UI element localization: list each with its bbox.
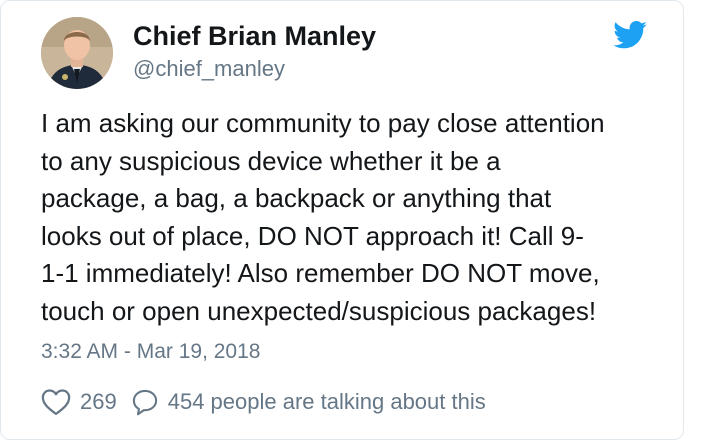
speech-bubble-icon: [132, 389, 157, 416]
author-avatar[interactable]: [41, 17, 113, 89]
author-handle[interactable]: @chief_manley: [133, 56, 285, 82]
heart-icon: [41, 389, 71, 415]
tweet-timestamp[interactable]: 3:32 AM - Mar 19, 2018: [41, 340, 260, 364]
tweet-text-line: touch or open unexpected/suspicious pack…: [41, 295, 597, 326]
like-count: 269: [80, 389, 117, 414]
reply-button[interactable]: 454 people are talking about this: [131, 388, 486, 416]
avatar-photo: [41, 17, 113, 89]
tweet-actions: 269 454 people are talking about this: [41, 385, 486, 419]
tweet-text-line: looks out of place, DO NOT approach it! …: [41, 220, 584, 251]
tweet-text-line: package, a bag, a backpack or anything t…: [41, 183, 552, 213]
author-display-name[interactable]: Chief Brian Manley: [133, 21, 376, 52]
talking-about-label: 454 people are talking about this: [167, 389, 486, 414]
tweet-text: I am asking our community to pay close a…: [41, 105, 661, 330]
twitter-bird-icon[interactable]: [613, 21, 647, 49]
tweet-text-line: to any suspicious device whether it be a: [41, 145, 501, 176]
tweet-card[interactable]: Chief Brian Manley @chief_manley I am as…: [0, 0, 684, 440]
tweet-text-line: 1-1 immediately! Also remember DO NOT mo…: [41, 258, 600, 288]
tweet-text-line: I am asking our community to pay close a…: [41, 108, 605, 138]
like-button[interactable]: 269: [41, 388, 131, 416]
